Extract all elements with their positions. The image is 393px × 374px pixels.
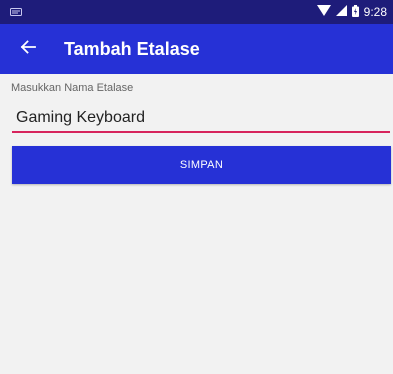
- status-left: [10, 3, 22, 21]
- save-button[interactable]: SIMPAN: [12, 146, 391, 184]
- arrow-left-icon: [20, 39, 36, 60]
- status-bar: 9:28: [0, 0, 393, 24]
- app-bar: Tambah Etalase: [0, 24, 393, 74]
- etalase-name-label: Masukkan Nama Etalase: [11, 82, 134, 94]
- etalase-name-input[interactable]: [12, 107, 390, 133]
- page-title: Tambah Etalase: [64, 38, 200, 59]
- notification-icon: [10, 3, 22, 21]
- wifi-icon: [316, 5, 331, 19]
- signal-icon: [335, 5, 347, 19]
- back-button[interactable]: [14, 35, 42, 63]
- status-time: 9:28: [363, 5, 387, 19]
- status-right: 9:28: [316, 4, 387, 20]
- battery-icon: [351, 4, 359, 20]
